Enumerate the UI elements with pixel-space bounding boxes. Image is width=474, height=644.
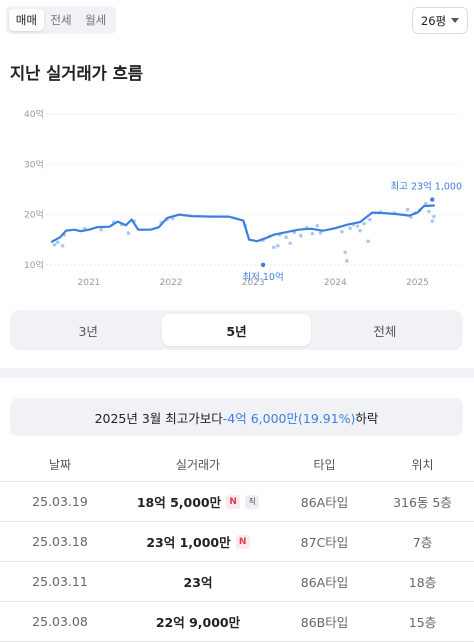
x-tick-label: 2025 (406, 278, 429, 288)
row-price-cell: 18억 5,000만 N 직 (118, 492, 278, 511)
price-trend-chart: 10억20억30억40억2021 2022 2023 2024 2025최저 10억최고… (24, 108, 462, 288)
scatter-point (432, 214, 436, 219)
summary-diff: -4억 6,000만(19.91%) (222, 410, 356, 426)
row-price: 18억 5,000만 (136, 495, 222, 510)
period-3y[interactable]: 3년 (14, 314, 162, 346)
scatter-point (315, 223, 320, 228)
row-floor: 18층 (408, 575, 437, 590)
table-row[interactable]: 25.03.18 23억 1,000만 N 87C타입 7층 (0, 522, 474, 562)
scatter-point (368, 217, 372, 222)
scatter-point (362, 221, 366, 226)
scatter-point (366, 239, 370, 244)
y-tick-label: 30억 (24, 158, 44, 170)
y-tick-label: 40억 (24, 108, 44, 120)
scatter-point (99, 227, 104, 232)
chevron-down-icon (451, 18, 460, 23)
direct-deal-badge: 직 (245, 494, 260, 509)
new-badge: N (235, 534, 250, 549)
row-price: 23억 1,000만 (146, 535, 231, 550)
highlight-label: 최저 10억 (242, 271, 283, 283)
scatter-point (52, 242, 57, 247)
scatter-point (405, 207, 410, 212)
deal-type-tabs: 매매 전세 월세 (6, 6, 116, 34)
tab-monthly-rent[interactable]: 월세 (78, 9, 113, 31)
size-select[interactable]: 26평 (412, 7, 468, 34)
row-type: 86A타입 (300, 575, 349, 590)
header-type: 타입 (313, 458, 336, 472)
scatter-point (355, 224, 360, 228)
row-floor: 15층 (408, 615, 437, 630)
section-divider (0, 368, 474, 378)
row-price-cell: 23억 (118, 572, 278, 591)
scatter-point (343, 250, 347, 255)
row-date: 25.03.19 (32, 494, 88, 509)
tab-sale[interactable]: 매매 (9, 9, 44, 31)
row-floor: 7층 (412, 535, 433, 550)
price-change-summary: 2025년 3월 최고가보다 -4억 6,000만(19.91%) 하락 (10, 398, 463, 436)
header-date: 날짜 (48, 458, 72, 472)
table-row[interactable]: 25.03.08 22억 9,000만 86B타입 15층 (0, 602, 474, 642)
scatter-point (348, 226, 352, 230)
scatter-point (276, 243, 280, 248)
row-type: 87C타입 (300, 535, 349, 550)
scatter-point (60, 243, 65, 248)
period-5y[interactable]: 5년 (162, 314, 311, 346)
row-price-cell: 23억 1,000만 N (118, 532, 278, 551)
row-price-cell: 22억 9,000만 (118, 612, 278, 631)
highlight-point (260, 262, 266, 268)
summary-prefix: 2025년 3월 최고가보다 (94, 410, 223, 426)
scatter-point (126, 231, 131, 235)
trend-line (50, 204, 435, 243)
x-tick-label: 2024 (324, 278, 347, 288)
summary-suffix: 하락 (355, 410, 379, 426)
y-tick-label: 10억 (24, 259, 44, 271)
section-title: 지난 실거래가 흐름 (10, 64, 143, 83)
highlight-point (430, 197, 435, 202)
tab-jeonse[interactable]: 전세 (44, 9, 79, 31)
scatter-point (55, 240, 60, 245)
header-price: 실거래가 (175, 458, 221, 472)
header-floor: 위치 (411, 458, 434, 472)
y-tick-label: 20억 (24, 209, 44, 221)
scatter-point (358, 228, 362, 233)
period-tabs: 3년 5년 전체 (10, 310, 463, 350)
row-date: 25.03.08 (32, 614, 88, 629)
scatter-point (299, 233, 303, 238)
transaction-table: 날짜 실거래가 타입 위치 25.03.19 18억 5,000만 N 직 86… (0, 448, 474, 642)
scatter-point (427, 209, 431, 214)
x-tick-label: 2021 (78, 278, 101, 288)
new-badge: N (226, 494, 241, 509)
row-date: 25.03.11 (32, 574, 88, 589)
highlight-label: 최고 23억 1,000 (390, 181, 462, 193)
row-floor: 316동 5층 (393, 495, 452, 510)
table-header: 날짜 실거래가 타입 위치 (0, 448, 474, 482)
period-all[interactable]: 전체 (311, 314, 459, 346)
x-tick-label: 2022 (160, 278, 183, 288)
row-price: 23억 (183, 575, 213, 590)
row-date: 25.03.18 (32, 534, 88, 549)
row-type: 86B타입 (300, 615, 349, 630)
scatter-point (345, 259, 349, 263)
scatter-point (271, 245, 276, 250)
row-type: 86A타입 (300, 495, 349, 510)
scatter-point (310, 231, 315, 236)
scatter-point (430, 219, 435, 223)
table-row[interactable]: 25.03.19 18억 5,000만 N 직 86A타입 316동 5층 (0, 482, 474, 522)
table-row[interactable]: 25.03.11 23억 86A타입 18층 (0, 562, 474, 602)
size-select-value: 26평 (420, 13, 447, 28)
scatter-point (284, 235, 288, 240)
real-price-panel: 매매 전세 월세 26평 지난 실거래가 흐름 10억 20억 30억 40억 2021… (0, 0, 474, 644)
row-price: 22억 9,000만 (155, 615, 241, 630)
scatter-point (340, 229, 344, 234)
scatter-point (288, 241, 292, 246)
